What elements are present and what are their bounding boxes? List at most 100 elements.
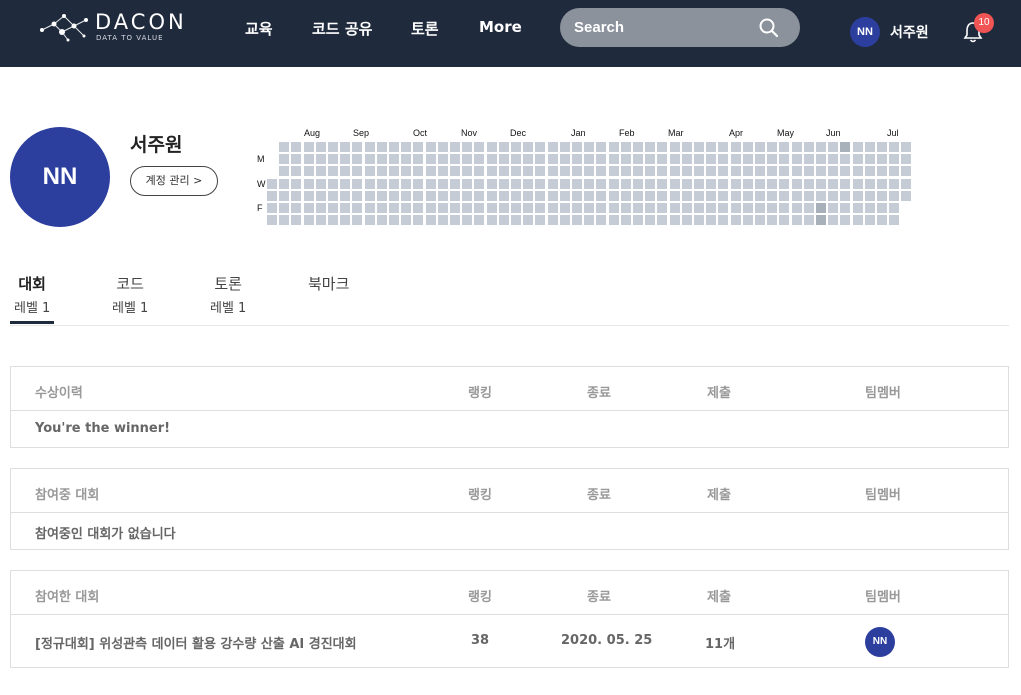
activity-cell — [620, 178, 631, 189]
activity-cell — [315, 154, 326, 165]
activity-cell — [901, 166, 912, 177]
activity-cell — [279, 190, 290, 201]
activity-cell — [523, 178, 534, 189]
activity-cell — [279, 178, 290, 189]
activity-cell — [840, 166, 851, 177]
activity-cell — [840, 203, 851, 213]
team-member-avatar[interactable]: NN — [865, 627, 895, 657]
activity-cell — [596, 142, 607, 152]
end-column-header: 종료 — [587, 488, 611, 503]
activity-cell — [730, 215, 741, 226]
nav-code-share[interactable]: 코드 공유 — [312, 18, 372, 39]
activity-cell — [755, 166, 765, 177]
activity-cell — [352, 190, 363, 201]
activity-cell — [694, 166, 704, 177]
activity-cell — [718, 190, 729, 201]
activity-cell — [633, 154, 643, 165]
activity-cell — [742, 178, 753, 189]
activity-cell — [828, 142, 839, 152]
end-column-header: 종료 — [587, 386, 611, 401]
activity-cell — [352, 154, 363, 165]
dacon-logo[interactable]: DACON DATA TO VALUE — [38, 10, 188, 46]
activity-cell — [486, 166, 497, 177]
activity-cell — [572, 215, 582, 226]
activity-cell — [389, 190, 399, 201]
activity-cell — [584, 166, 595, 177]
activity-cell — [840, 154, 851, 165]
activity-cell — [657, 215, 668, 226]
tab-bookmark[interactable]: 북마크 — [308, 273, 349, 297]
activity-cell — [511, 178, 521, 189]
activity-cell — [608, 166, 619, 177]
user-name[interactable]: 서주원 — [890, 22, 929, 42]
competition-name-link[interactable]: [정규대회] 위성관측 데이터 활용 강수량 산출 AI 경진대회 — [35, 633, 357, 652]
activity-cell — [669, 142, 680, 152]
activity-cell — [730, 178, 741, 189]
activity-cell — [584, 178, 595, 189]
activity-cell — [877, 190, 887, 201]
tab-discussion[interactable]: 토론 레벨 1 — [210, 273, 246, 316]
activity-cell — [889, 154, 900, 165]
tab-competition[interactable]: 대회 레벨 1 — [14, 273, 50, 316]
activity-cell — [450, 178, 460, 189]
activity-cell — [767, 142, 778, 152]
activity-cell — [267, 203, 277, 213]
activity-cell — [864, 215, 875, 226]
activity-cell — [816, 154, 826, 165]
activity-cell — [559, 154, 570, 165]
activity-cell — [755, 142, 765, 152]
activity-cell — [328, 203, 338, 213]
submission-column-header: 제출 — [707, 488, 731, 503]
account-settings-button[interactable]: 계정 관리 > — [130, 166, 218, 196]
activity-cell — [401, 190, 412, 201]
activity-cell — [608, 215, 619, 226]
activity-cell — [620, 154, 631, 165]
search-icon[interactable] — [758, 17, 780, 39]
activity-cell — [462, 154, 473, 165]
nav-education[interactable]: 교육 — [245, 18, 273, 39]
activity-cell — [877, 203, 887, 213]
activity-cell — [779, 178, 790, 189]
activity-cell — [572, 154, 582, 165]
activity-cell — [413, 190, 424, 201]
activity-cell — [816, 178, 826, 189]
activity-cell — [303, 154, 314, 165]
activity-cell — [657, 190, 668, 201]
activity-cell — [462, 203, 473, 213]
nav-more[interactable]: More — [479, 18, 522, 36]
nav-discussion[interactable]: 토론 — [411, 18, 439, 39]
activity-cell — [559, 215, 570, 226]
activity-cell — [730, 142, 741, 152]
activity-cell — [620, 203, 631, 213]
activity-cell — [572, 190, 582, 201]
activity-cell — [450, 190, 460, 201]
activity-cell — [279, 203, 290, 213]
activity-cell — [803, 142, 814, 152]
activity-cell — [498, 178, 509, 189]
team-column-header: 팀멤버 — [865, 590, 901, 605]
user-avatar[interactable]: NN — [850, 17, 880, 47]
activity-cell — [376, 215, 387, 226]
rank-column-header: 랭킹 — [468, 488, 492, 503]
table-row[interactable]: [정규대회] 위성관측 데이터 활용 강수량 산출 AI 경진대회 38 202… — [11, 615, 1008, 667]
activity-cell — [694, 142, 704, 152]
activity-cell — [450, 142, 460, 152]
activity-cell — [864, 154, 875, 165]
activity-cell — [694, 203, 704, 213]
activity-cell — [877, 142, 887, 152]
activity-cell — [437, 178, 448, 189]
logo-wordmark: DACON — [95, 10, 187, 34]
activity-cell — [498, 154, 509, 165]
tab-code[interactable]: 코드 레벨 1 — [112, 273, 148, 316]
activity-cell — [620, 215, 631, 226]
activity-cell — [328, 190, 338, 201]
activity-cell — [486, 190, 497, 201]
activity-cell — [840, 190, 851, 201]
activity-cell — [803, 178, 814, 189]
search-input[interactable] — [574, 17, 754, 37]
activity-cell — [645, 154, 656, 165]
awards-message: You're the winner! — [35, 421, 171, 436]
activity-cell — [437, 190, 448, 201]
activity-cell — [450, 154, 460, 165]
activity-cell — [279, 215, 290, 226]
